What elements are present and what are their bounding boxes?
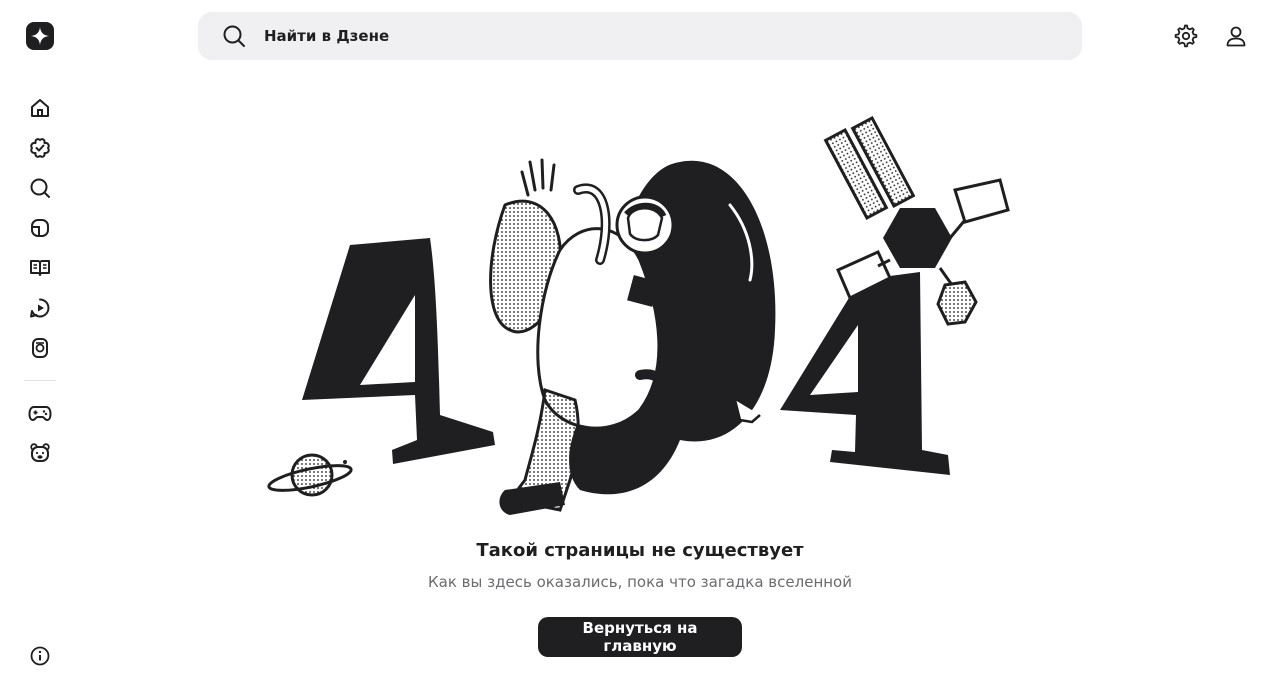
zen-star-icon [31,27,49,45]
sidebar-item-search[interactable] [20,168,60,208]
settings-button[interactable] [1170,20,1202,52]
gear-icon [1174,24,1198,48]
search-icon [30,178,50,198]
sidebar-item-kids[interactable] [20,433,60,473]
book-icon [30,260,50,276]
info-button[interactable] [20,636,60,676]
bear-icon [30,443,50,462]
user-icon [1226,26,1246,47]
search-icon [220,22,248,50]
sidebar-item-articles[interactable] [20,208,60,248]
sidebar-item-video[interactable] [20,288,60,328]
profile-button[interactable] [1220,20,1252,52]
info-icon [30,646,50,666]
games-icon [28,406,52,421]
digit-four-right [780,272,950,475]
sidebar-item-home[interactable] [20,88,60,128]
sidebar-item-book[interactable] [20,248,60,288]
subscriptions-icon [30,138,50,158]
sidebar [20,88,60,473]
zen-logo[interactable] [26,22,54,50]
error-404-illustration [260,110,1020,530]
error-subtitle: Как вы здесь оказались, пока что загадка… [428,573,852,591]
search-input[interactable] [262,26,1026,46]
planet-graphic [267,453,353,497]
search-bar[interactable] [198,12,1082,60]
sidebar-item-shorts[interactable] [20,328,60,368]
error-title: Такой страницы не существует [476,540,804,561]
articles-icon [31,219,49,237]
sidebar-item-subscriptions[interactable] [20,128,60,168]
shorts-icon [32,338,48,358]
sidebar-divider [24,380,56,381]
back-to-home-button[interactable]: Вернуться на главную [538,617,742,657]
home-icon [31,99,49,117]
sidebar-item-games[interactable] [20,393,60,433]
digit-four-left [302,238,495,464]
video-icon [30,298,50,318]
page: Такой страницы не существует Как вы здес… [0,0,1280,700]
